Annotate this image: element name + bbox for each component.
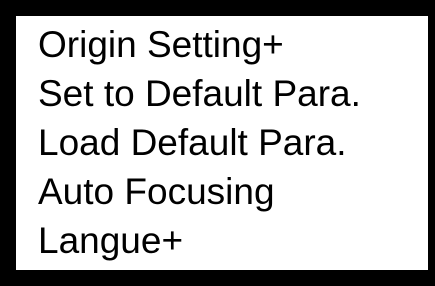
menu-item-auto-focusing[interactable]: Auto Focusing <box>38 167 428 216</box>
menu-item-load-default-para[interactable]: Load Default Para. <box>38 118 428 167</box>
menu-panel: Origin Setting+ Set to Default Para. Loa… <box>16 16 428 270</box>
menu-item-language[interactable]: Langue+ <box>38 216 428 265</box>
lcd-frame: Origin Setting+ Set to Default Para. Loa… <box>0 0 435 286</box>
menu-item-set-default-para[interactable]: Set to Default Para. <box>38 69 428 118</box>
settings-menu: Origin Setting+ Set to Default Para. Loa… <box>38 20 428 265</box>
menu-item-origin-setting[interactable]: Origin Setting+ <box>38 20 428 69</box>
